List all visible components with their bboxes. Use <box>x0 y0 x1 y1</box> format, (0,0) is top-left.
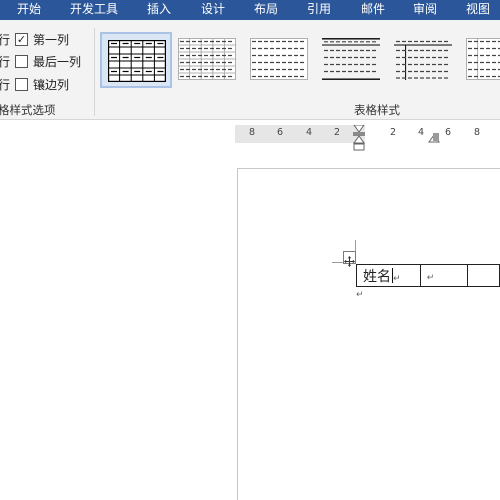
tab-references[interactable]: 引用 <box>307 0 331 20</box>
table-row: 姓名 ↵ ↵ <box>356 264 500 287</box>
table-style-light-grid-icon <box>178 38 236 80</box>
tab-layout[interactable]: 布局 <box>254 0 278 20</box>
table-style-plain-lines[interactable] <box>244 32 316 88</box>
tab-mailings[interactable]: 邮件 <box>361 0 385 20</box>
document-page[interactable] <box>237 168 500 500</box>
table-style-grid-selected[interactable] <box>100 32 172 88</box>
document-table: 姓名 ↵ ↵ <box>356 264 500 287</box>
table-style-column-split[interactable] <box>388 32 460 88</box>
column-marker-icon[interactable] <box>427 125 441 143</box>
table-cell[interactable] <box>467 264 500 287</box>
option-row-prefix: 行 <box>0 33 11 47</box>
ruler-number: 4 <box>418 127 425 138</box>
ruler-number: 8 <box>474 127 481 138</box>
ruler-number: 4 <box>306 127 313 138</box>
last-column-checkbox[interactable] <box>15 55 28 68</box>
ribbon-panel: 行 ✓ 第一列 行 最后一列 行 镶边列 格样式选项 表格样式 <box>0 20 500 120</box>
table-style-column-split-icon <box>394 40 452 80</box>
tab-review[interactable]: 审阅 <box>413 0 437 20</box>
table-style-header-rule-icon <box>322 38 380 80</box>
tab-home[interactable]: 开始 <box>17 0 41 20</box>
move-arrows-icon <box>344 256 355 267</box>
cell-text: 姓名 <box>363 268 391 285</box>
table-styles-group-label: 表格样式 <box>354 103 400 117</box>
style-options-group-label: 格样式选项 <box>0 103 56 117</box>
option-row-prefix: 行 <box>0 55 11 69</box>
table-cell-name[interactable]: 姓名 ↵ <box>356 264 421 287</box>
table-move-handle[interactable] <box>343 251 356 267</box>
ruler-number: 2 <box>334 127 341 138</box>
paragraph-mark: ↵ <box>356 290 364 300</box>
ribbon-tab-bar: 开始 开发工具 插入 设计 布局 引用 邮件 审阅 视图 <box>0 0 500 20</box>
table-style-partial[interactable] <box>460 32 500 88</box>
horizontal-ruler[interactable]: 8 6 4 2 2 4 6 8 <box>235 125 500 151</box>
left-indent-marker-icon[interactable] <box>351 125 367 153</box>
tab-view[interactable]: 视图 <box>466 0 490 20</box>
table-style-partial-icon <box>466 38 500 80</box>
end-of-cell-mark: ↵ <box>426 272 435 283</box>
ruler-number: 8 <box>249 127 256 138</box>
option-row-prefix: 行 <box>0 78 11 92</box>
last-column-label: 最后一列 <box>33 55 82 69</box>
table-style-light-grid[interactable] <box>172 32 244 88</box>
table-cell[interactable]: ↵ <box>419 264 469 287</box>
ruler-number: 2 <box>390 127 397 138</box>
ruler-number: 6 <box>445 127 452 138</box>
table-style-grid-icon <box>108 40 166 82</box>
tab-design[interactable]: 设计 <box>201 0 225 20</box>
table-style-header-rule[interactable] <box>316 32 388 88</box>
first-column-checkbox[interactable]: ✓ <box>15 33 28 46</box>
tab-insert[interactable]: 插入 <box>147 0 171 20</box>
first-column-label: 第一列 <box>33 33 70 47</box>
group-divider <box>94 28 95 116</box>
banded-columns-label: 镶边列 <box>33 78 70 92</box>
end-of-cell-mark: ↵ <box>393 273 401 284</box>
tab-developer[interactable]: 开发工具 <box>70 0 118 20</box>
table-style-plain-lines-icon <box>250 38 308 80</box>
ruler-number: 6 <box>277 127 284 138</box>
banded-columns-checkbox[interactable] <box>15 78 28 91</box>
